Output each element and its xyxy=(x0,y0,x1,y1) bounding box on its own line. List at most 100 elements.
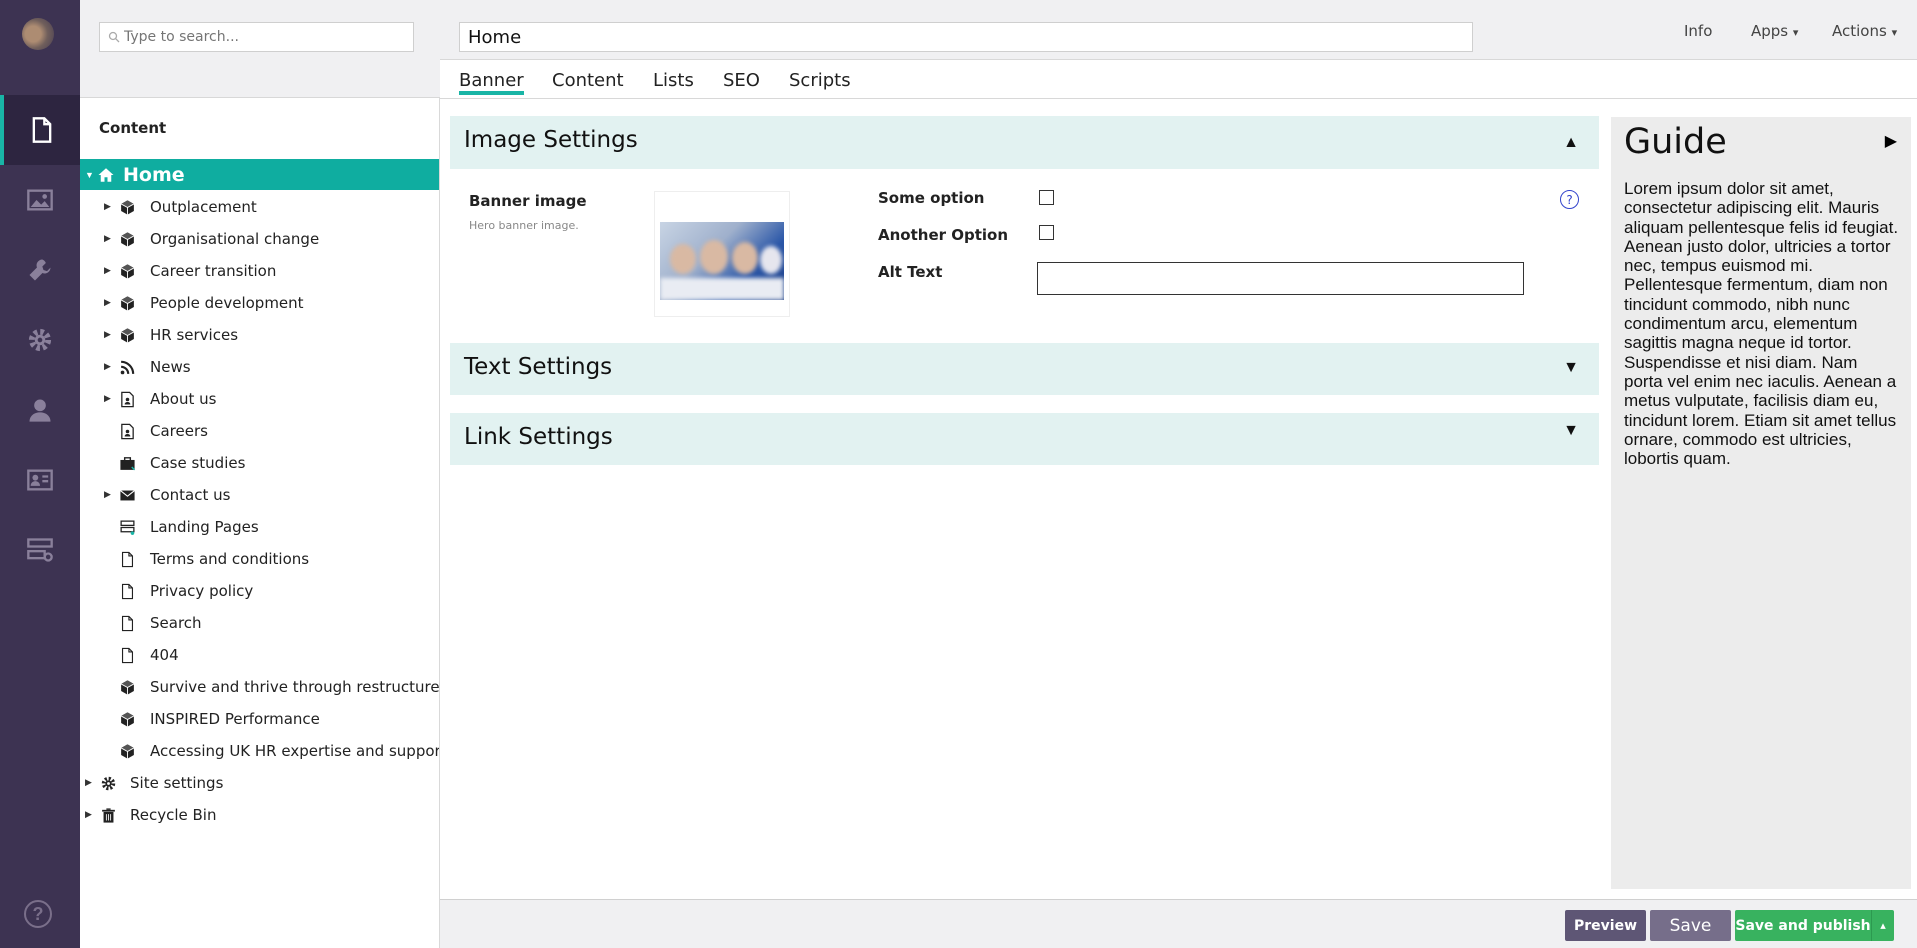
expand-caret-icon[interactable]: ▶ xyxy=(104,298,111,308)
publish-options-caret-icon[interactable]: ▴ xyxy=(1871,910,1894,941)
guide-toggle-arrow-icon[interactable]: ▶ xyxy=(1885,131,1897,151)
image-settings-title: Image Settings xyxy=(464,127,638,153)
guide-title: Guide xyxy=(1624,122,1727,162)
media-section-button[interactable] xyxy=(0,165,80,235)
actions-label: Actions xyxy=(1832,22,1887,40)
developer-section-button[interactable] xyxy=(0,235,80,305)
tree-node[interactable]: ▶ About us xyxy=(80,383,439,415)
search-field[interactable] xyxy=(99,22,414,52)
chevron-down-icon: ▾ xyxy=(1891,26,1898,39)
tree-node-label: News xyxy=(150,358,191,376)
expand-caret-icon[interactable]: ▶ xyxy=(104,330,111,340)
tree-node[interactable]: Case studies xyxy=(80,447,439,479)
tab-content[interactable]: Content xyxy=(552,70,624,91)
text-settings-header[interactable]: Text Settings ▼ xyxy=(450,343,1599,395)
tree-node-label: Organisational change xyxy=(150,230,320,248)
banner-image-picker[interactable] xyxy=(654,191,790,317)
expand-caret-icon[interactable]: ▶ xyxy=(104,234,111,244)
expand-caret-icon[interactable]: ▶ xyxy=(85,810,92,820)
preview-button[interactable]: Preview xyxy=(1565,910,1646,941)
actions-button[interactable]: Actions ▾ xyxy=(1832,22,1897,40)
gear-icon xyxy=(99,774,117,792)
banner-image-thumbnail[interactable] xyxy=(660,222,784,300)
logo[interactable] xyxy=(22,18,54,50)
tree-node[interactable]: Careers xyxy=(80,415,439,447)
expand-caret-icon[interactable]: ▶ xyxy=(104,394,111,404)
tree-node[interactable]: Landing Pages xyxy=(80,511,439,543)
box-icon xyxy=(118,742,136,760)
tree-root-node[interactable]: ▶ Recycle Bin xyxy=(80,799,439,831)
info-button[interactable]: Info xyxy=(1684,22,1712,40)
users-section-button[interactable] xyxy=(0,375,80,445)
page-icon xyxy=(118,646,136,664)
tree-node[interactable]: INSPIRED Performance xyxy=(80,703,439,735)
tree-node[interactable]: Privacy policy xyxy=(80,575,439,607)
tree-node[interactable]: ▶ Outplacement xyxy=(80,191,439,223)
some-option-checkbox[interactable] xyxy=(1039,190,1054,205)
editor-footer: Preview Save Save and publish ▴ xyxy=(440,899,1917,948)
save-button[interactable]: Save xyxy=(1650,910,1731,941)
tab-seo[interactable]: SEO xyxy=(723,70,760,91)
expand-caret-icon[interactable]: ▶ xyxy=(104,202,111,212)
tab-banner[interactable]: Banner xyxy=(459,70,524,95)
settings-section-button[interactable] xyxy=(0,305,80,375)
tree-node[interactable]: Accessing UK HR expertise and support fo… xyxy=(80,735,439,767)
member-icon xyxy=(27,469,53,491)
link-settings-header[interactable]: Link Settings ▼ xyxy=(450,413,1599,465)
help-icon[interactable]: ? xyxy=(24,900,52,928)
trash-icon xyxy=(99,806,117,824)
tree-root-node[interactable]: ▶ Site settings xyxy=(80,767,439,799)
box-icon xyxy=(118,710,136,728)
tree-node-label: Privacy policy xyxy=(150,582,254,600)
apps-label: Apps xyxy=(1751,22,1789,40)
tab-scripts[interactable]: Scripts xyxy=(789,70,851,91)
tree-node[interactable]: ▶ News xyxy=(80,351,439,383)
content-section-button[interactable] xyxy=(0,95,80,165)
save-and-publish-button[interactable]: Save and publish xyxy=(1735,910,1871,941)
image-settings-header[interactable]: Image Settings ▲ xyxy=(450,116,1599,169)
link-settings-title: Link Settings xyxy=(464,424,613,450)
page-icon xyxy=(118,582,136,600)
tree-node[interactable]: Survive and thrive through restructures xyxy=(80,671,439,703)
tree-node[interactable]: ▶ Career transition xyxy=(80,255,439,287)
box-icon xyxy=(118,294,136,312)
expand-caret-icon[interactable]: ▶ xyxy=(104,362,111,372)
page-person-icon xyxy=(118,390,136,408)
box-icon xyxy=(118,198,136,216)
another-option-checkbox[interactable] xyxy=(1039,225,1054,240)
content-icon xyxy=(32,117,52,143)
expand-caret-icon[interactable]: ▶ xyxy=(85,778,92,788)
tree-node[interactable]: ▶ HR services xyxy=(80,319,439,351)
expand-arrow-icon[interactable]: ▼ xyxy=(1563,359,1579,377)
tree-node[interactable]: Terms and conditions xyxy=(80,543,439,575)
help-icon[interactable]: ? xyxy=(1560,190,1579,209)
tree-section-title: Content xyxy=(99,119,167,137)
page-icon xyxy=(118,614,136,632)
guide-panel: Guide ▶ Lorem ipsum dolor sit amet, cons… xyxy=(1611,117,1911,889)
members-section-button[interactable] xyxy=(0,445,80,515)
expand-caret-icon[interactable]: ▼ xyxy=(85,170,95,180)
forms-section-button[interactable] xyxy=(0,515,80,585)
tree-node[interactable]: ▶ Organisational change xyxy=(80,223,439,255)
tree-node-home[interactable]: ▼ Home xyxy=(80,159,439,190)
app-rail: ? xyxy=(0,0,80,948)
node-name-input[interactable]: Home xyxy=(459,22,1473,52)
text-settings-title: Text Settings xyxy=(464,354,613,380)
expand-caret-icon[interactable]: ▶ xyxy=(104,490,111,500)
tree-node[interactable]: Search xyxy=(80,607,439,639)
apps-button[interactable]: Apps ▾ xyxy=(1751,22,1798,40)
tree-node[interactable]: ▶ People development xyxy=(80,287,439,319)
tree-node-label: Careers xyxy=(150,422,208,440)
expand-caret-icon[interactable]: ▶ xyxy=(104,266,111,276)
expand-arrow-icon[interactable]: ▼ xyxy=(1563,422,1579,440)
editor-header: Home Info Apps ▾ Actions ▾ xyxy=(440,0,1917,60)
tab-lists[interactable]: Lists xyxy=(653,70,694,91)
tree-node[interactable]: ▶ Contact us xyxy=(80,479,439,511)
guide-text: Lorem ipsum dolor sit amet, consectetur … xyxy=(1624,179,1899,469)
collapse-arrow-icon[interactable]: ▲ xyxy=(1563,134,1579,152)
tree-search-bar xyxy=(80,0,440,98)
tree-node[interactable]: 404 xyxy=(80,639,439,671)
tree-root-label: Site settings xyxy=(130,774,224,792)
alt-text-input[interactable] xyxy=(1037,262,1524,295)
search-input[interactable] xyxy=(124,29,404,45)
